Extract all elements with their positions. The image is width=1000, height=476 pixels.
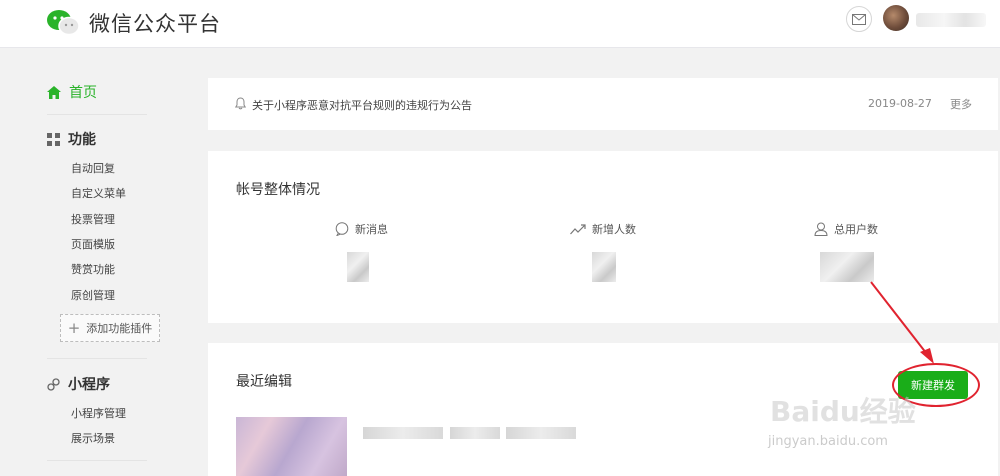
top-header: 微信公众平台 [0,0,1000,48]
avatar[interactable] [883,5,909,31]
link-icon [47,377,60,391]
stat-value-blurred [592,252,616,282]
trend-up-icon [570,224,586,235]
grid-icon [47,132,60,146]
add-plugin-button[interactable]: + 添加功能插件 [60,314,160,342]
stat-total-users[interactable]: 总用户数 [814,221,878,237]
message-icon [335,222,349,236]
stat-value-blurred [820,252,874,282]
overview-title: 帐号整体情况 [236,182,320,198]
sidebar-item-vote[interactable]: 投票管理 [71,211,115,227]
account-name-blurred[interactable] [916,13,986,27]
sidebar-divider [47,460,147,461]
stat-new-messages[interactable]: 新消息 [335,221,388,237]
stat-value-blurred [347,252,369,282]
sidebar-section-miniprogram[interactable]: 小程序 [47,374,110,394]
sidebar-item-display-scene[interactable]: 展示场景 [71,430,115,446]
article-thumbnail[interactable] [236,417,347,476]
brand-title: 微信公众平台 [89,12,221,36]
notice-more-link[interactable]: 更多 [950,96,972,112]
watermark-text: Baidu经验 [770,395,916,428]
notice-date: 2019-08-27 [868,97,932,110]
sidebar-divider [47,114,147,115]
user-icon [814,222,828,236]
notice-link[interactable]: 关于小程序恶意对抗平台规则的违规行为公告 [252,97,472,113]
stat-label: 总用户数 [834,223,878,236]
sidebar-section-label: 小程序 [68,377,110,393]
wechat-logo-icon [47,10,80,36]
mail-button[interactable] [846,6,872,32]
add-plugin-label: 添加功能插件 [86,322,153,335]
stat-label: 新消息 [355,223,388,236]
plus-icon: + [67,319,81,337]
sidebar-section-features[interactable]: 功能 [47,129,96,149]
home-icon [47,85,61,99]
sidebar-item-miniprogram-manage[interactable]: 小程序管理 [71,405,126,421]
sidebar-section-label: 功能 [68,132,96,148]
watermark-sub: jingyan.baidu.com [768,434,888,449]
account-overview-card: 帐号整体情况 新消息 新增人数 总用户数 [208,151,998,323]
recent-title: 最近编辑 [236,374,292,390]
sidebar-item-reward[interactable]: 赞赏功能 [71,261,115,277]
article-title-blurred[interactable] [506,427,576,439]
sidebar-home-label: 首页 [69,85,97,101]
sidebar-item-auto-reply[interactable]: 自动回复 [71,160,115,176]
article-title-blurred[interactable] [363,427,443,439]
bell-icon [235,97,246,110]
sidebar-item-original[interactable]: 原创管理 [71,287,115,303]
sidebar-item-home[interactable]: 首页 [47,82,97,102]
sidebar-item-page-template[interactable]: 页面模版 [71,236,115,252]
article-title-blurred[interactable] [450,427,500,439]
stat-new-followers[interactable]: 新增人数 [570,221,636,237]
notice-card: 关于小程序恶意对抗平台规则的违规行为公告 2019-08-27 更多 [208,78,998,130]
stat-label: 新增人数 [592,223,636,236]
sidebar-item-custom-menu[interactable]: 自定义菜单 [71,185,126,201]
sidebar-divider [47,358,147,359]
mail-icon [852,13,866,25]
